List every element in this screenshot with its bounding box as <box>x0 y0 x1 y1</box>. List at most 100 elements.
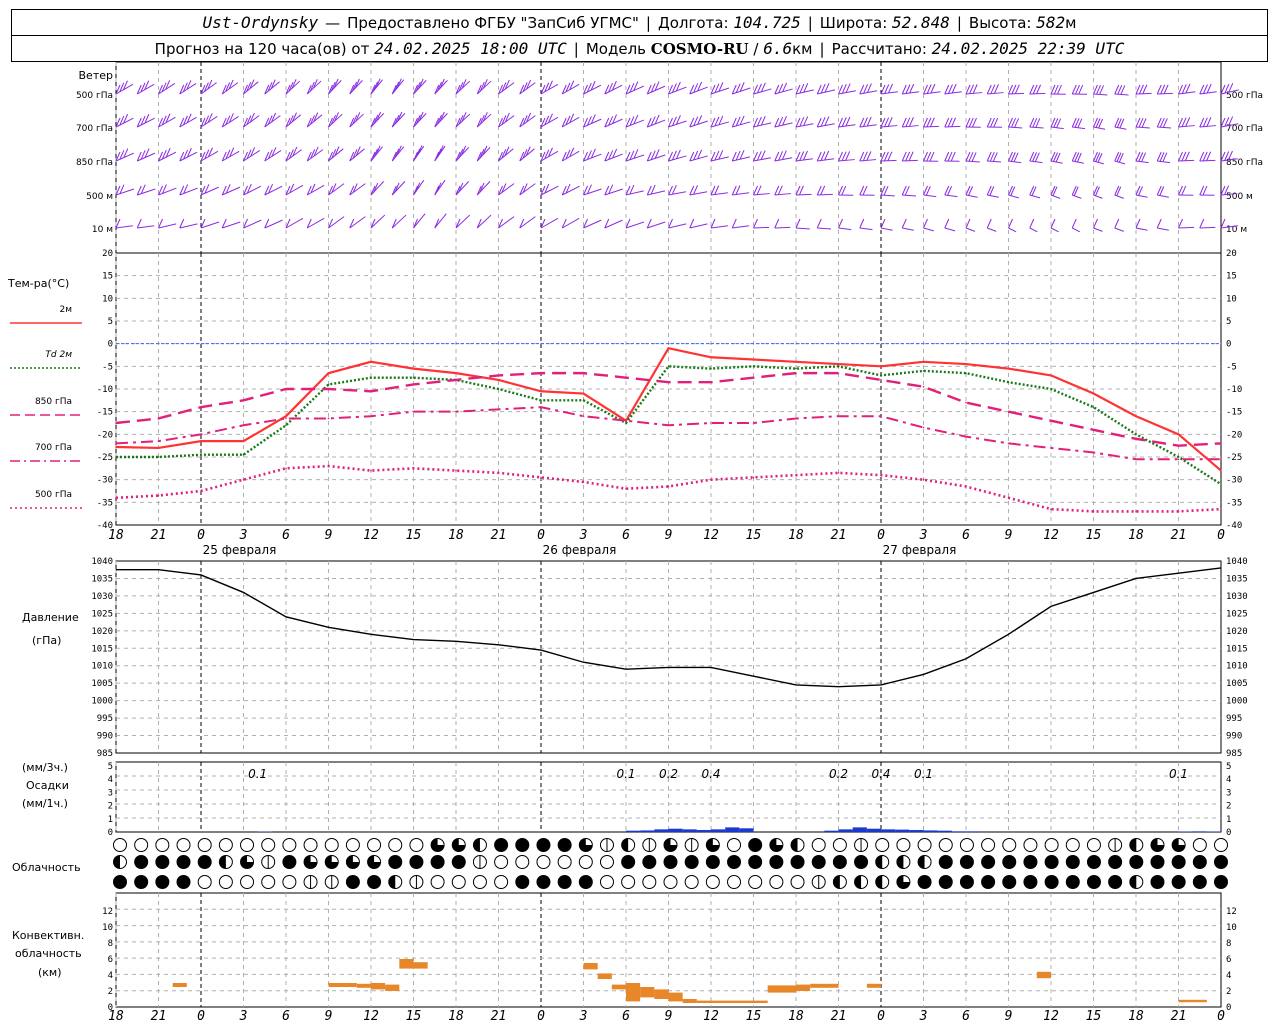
conv-cloud-bar <box>696 1000 768 1003</box>
temp-point <box>115 442 117 445</box>
pressure-y-tick: 990 <box>97 732 113 742</box>
temp-point <box>200 453 202 456</box>
cloud-symbol-fill <box>727 855 741 869</box>
conv-cloud-bar <box>399 959 414 969</box>
time-tick-label: 12 <box>363 528 379 543</box>
temp-point <box>115 456 117 458</box>
temp-y-tick: 5 <box>108 317 113 327</box>
wind-barb <box>1157 126 1172 129</box>
time-tick-label-bottom: 12 <box>363 1009 379 1024</box>
temp-point <box>1007 381 1010 384</box>
cloud-symbol <box>1023 838 1038 852</box>
cloud-symbol-fill <box>536 875 550 889</box>
temp-point <box>795 367 797 370</box>
cloud-symbol-fill <box>769 855 783 869</box>
temp-point <box>710 381 712 384</box>
wind-barb-flag <box>753 151 758 162</box>
time-tick-label: 0 <box>537 528 545 543</box>
wind-barb <box>923 194 937 198</box>
precip-annotation: 0.1 <box>914 767 933 781</box>
temp-point <box>922 361 925 363</box>
wind-barb-flag <box>714 150 720 161</box>
wind-barb <box>944 194 958 198</box>
wind-barb <box>944 125 961 128</box>
cloud-symbol-fill <box>939 855 953 869</box>
pressure-unit: (гПа) <box>32 634 61 647</box>
cloud-symbol <box>451 875 466 889</box>
wind-barb-flag <box>993 84 999 94</box>
wind-barb <box>902 125 919 128</box>
wind-barb-flag <box>1163 84 1169 94</box>
wind-barb <box>689 223 708 229</box>
wind-barb-flag <box>923 117 928 128</box>
cloud-symbol-fill <box>1002 855 1016 869</box>
temp-y-tick-right: 0 <box>1226 340 1231 350</box>
wind-barb <box>137 117 155 128</box>
conv-cloud-bar <box>611 984 626 990</box>
temp-point <box>540 406 542 408</box>
cloud-symbol <box>494 855 509 869</box>
wind-barb <box>1008 92 1025 95</box>
cloud-symbol <box>113 838 127 852</box>
cloud-symbol <box>1044 838 1059 852</box>
temp-point <box>922 385 925 388</box>
cloud-symbol-fill <box>621 838 629 852</box>
temp-point <box>1050 419 1052 422</box>
temp-point <box>497 472 500 474</box>
precip-bar <box>1192 831 1207 832</box>
temp-point <box>1007 410 1010 413</box>
wind-barb-flag <box>1220 117 1226 128</box>
wind-barb <box>1178 226 1195 229</box>
temp-point <box>370 390 372 393</box>
temp-legend-label: Td 2м <box>45 350 72 360</box>
temp-point <box>752 365 755 368</box>
wind-barb <box>753 193 770 196</box>
wind-barb-flag <box>880 117 886 128</box>
cloud-symbol-fill <box>431 855 445 869</box>
wind-barb-flag <box>905 84 911 94</box>
cloud-symbol-fill <box>134 855 148 869</box>
cloud-symbol <box>176 838 191 852</box>
cloud-symbol <box>515 855 530 869</box>
wind-barb <box>1008 227 1017 233</box>
time-tick-label-bottom: 0 <box>197 1009 205 1024</box>
temp-point <box>242 478 245 481</box>
wind-barb <box>859 124 877 128</box>
wind-barb-flag <box>816 117 822 128</box>
wind-barb <box>115 117 134 128</box>
precip-bar <box>838 829 853 832</box>
temp-point <box>1092 429 1095 431</box>
wind-level-label: 700 гПа <box>76 124 113 134</box>
wind-barb-flag <box>944 117 950 128</box>
temp-point <box>412 376 415 379</box>
wind-barb-flag <box>845 116 851 127</box>
wind-barb <box>965 160 980 163</box>
cloud-title: Облачность <box>12 861 81 874</box>
cloud-symbol-fill <box>960 855 974 869</box>
time-tick-label: 18 <box>788 528 804 543</box>
wind-barb-flag <box>799 117 805 127</box>
wind-barb-flag <box>1008 84 1013 95</box>
cloud-symbol <box>811 838 826 852</box>
time-tick-label-bottom: 21 <box>491 1009 507 1024</box>
temp-point <box>1135 415 1137 418</box>
cloud-symbol-fill <box>473 838 480 852</box>
conv-cloud-bar <box>413 962 428 969</box>
wind-barb-flag <box>862 151 868 161</box>
temp-point <box>1050 374 1052 377</box>
temp-point <box>200 490 202 492</box>
temp-point <box>837 363 840 365</box>
time-tick-label-bottom: 9 <box>325 1009 333 1024</box>
temp-y-tick: -10 <box>97 385 113 395</box>
cloud-symbol-fill <box>367 875 381 889</box>
temp-y-tick-right: -35 <box>1226 498 1242 508</box>
wind-barb-flag <box>802 150 808 161</box>
cloud-symbol-fill <box>1129 838 1137 852</box>
precip-bar <box>640 830 655 832</box>
wind-barb <box>1135 92 1152 95</box>
temp-point <box>625 419 627 422</box>
time-tick-label-bottom: 3 <box>579 1009 588 1024</box>
cloud-symbol-fill <box>558 875 572 889</box>
wind-barb-flag <box>901 218 907 229</box>
wind-barb-flag <box>1114 218 1120 229</box>
